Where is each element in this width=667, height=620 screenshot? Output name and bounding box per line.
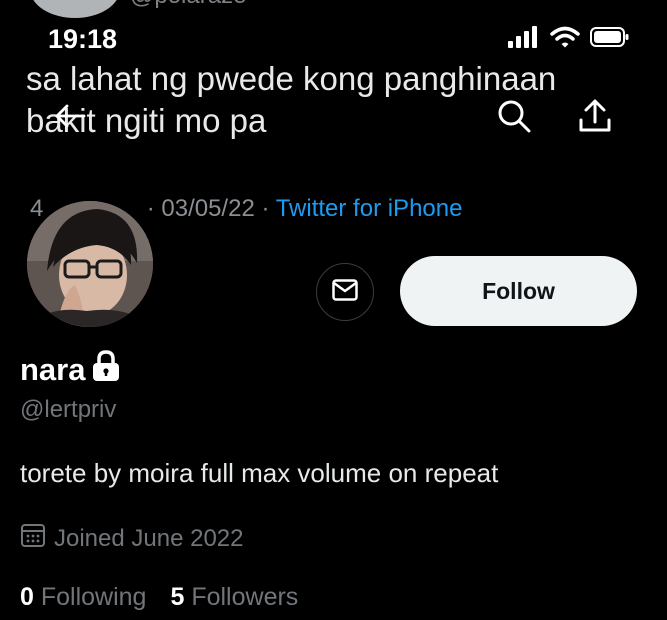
signal-icon: [508, 26, 540, 53]
follow-counts: 0 Following 5 Followers: [20, 583, 298, 612]
search-icon: [496, 98, 532, 139]
followers-count: 5: [170, 583, 185, 611]
lock-icon: [91, 350, 121, 390]
followers-label: Followers: [191, 583, 299, 611]
share-icon: [578, 98, 612, 139]
following-count: 0: [20, 583, 34, 611]
share-button[interactable]: [575, 98, 615, 138]
profile-bio: torete by moira full max volume on repea…: [20, 458, 499, 488]
message-button[interactable]: [316, 263, 374, 321]
profile-handle: @lertpriv: [20, 396, 117, 423]
envelope-icon: [332, 278, 358, 306]
search-button[interactable]: [494, 98, 534, 138]
battery-icon: [590, 26, 630, 53]
status-icons: [508, 26, 630, 53]
wifi-icon: [550, 26, 580, 53]
followers-link[interactable]: 5 Followers: [170, 583, 298, 612]
background-tweet-text: sa lahat ng pwede kong panghinaan bakit …: [26, 60, 557, 139]
tweet-separator: ·: [146, 195, 155, 222]
joined-text: Joined June 2022: [54, 524, 244, 552]
following-label: Following: [40, 583, 147, 611]
follow-button[interactable]: Follow: [400, 256, 637, 326]
back-button[interactable]: [50, 98, 90, 138]
profile-display-name-row: nara: [20, 350, 121, 390]
following-link[interactable]: 0 Following: [20, 583, 146, 612]
profile-avatar[interactable]: [24, 198, 156, 330]
tweet-date: 03/05/22: [161, 195, 255, 222]
status-time: 19:18: [48, 24, 118, 54]
joined-date-row: Joined June 2022: [20, 522, 244, 555]
tweet-separator-2: ·: [261, 195, 270, 222]
display-name: nara: [20, 352, 86, 387]
arrow-left-icon: [54, 103, 86, 134]
background-avatar: [30, 0, 120, 18]
background-tweet-handle: @polaraze: [130, 0, 246, 10]
tweet-source[interactable]: Twitter for iPhone: [276, 195, 463, 222]
calendar-icon: [20, 522, 46, 555]
